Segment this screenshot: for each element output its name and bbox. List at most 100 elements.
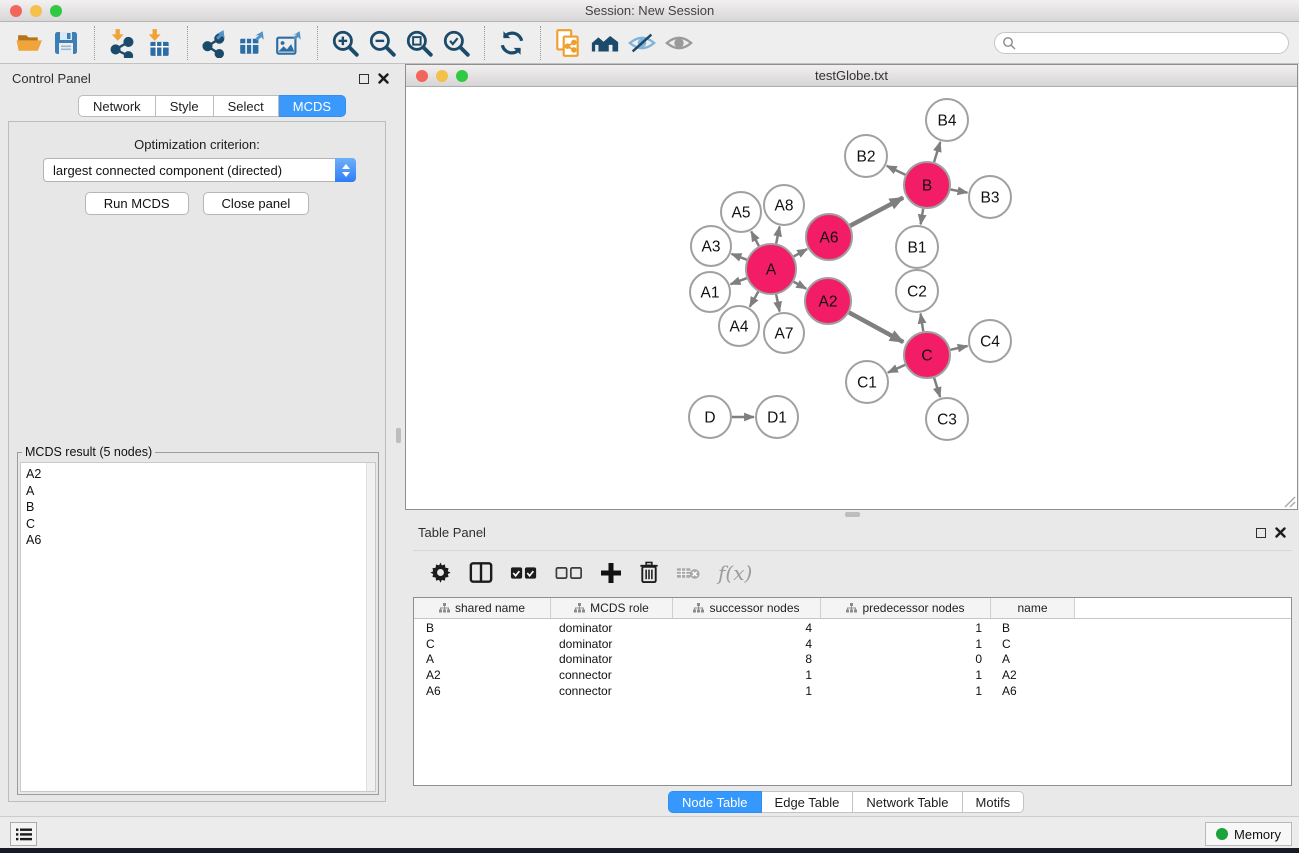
tab-node-table[interactable]: Node Table: [668, 791, 762, 813]
tab-mcds[interactable]: MCDS: [279, 95, 346, 117]
vertical-split-handle[interactable]: [396, 428, 401, 443]
table-row[interactable]: A2connector11A2: [414, 667, 1291, 683]
graph-edge-C-C3[interactable]: [934, 378, 940, 397]
graph-node-label-A8: A8: [775, 198, 794, 215]
graph-edge-B-B2[interactable]: [887, 166, 906, 175]
list-item[interactable]: B: [26, 499, 375, 516]
close-panel-icon[interactable]: [378, 73, 389, 84]
close-panel-button[interactable]: Close panel: [203, 192, 310, 215]
column-header-predecessor-nodes[interactable]: predecessor nodes: [821, 598, 991, 618]
column-header-shared-name[interactable]: shared name: [414, 598, 551, 618]
tab-style[interactable]: Style: [156, 95, 214, 117]
network-canvas[interactable]: B4B2BB3A5A8A6B1A3AA1C2A2A4A7CC4C1C3DD1: [406, 87, 1297, 514]
graph-edge-A-A2[interactable]: [794, 282, 807, 289]
float-panel-icon[interactable]: [359, 74, 369, 84]
network-window-title-bar[interactable]: testGlobe.txt: [406, 65, 1297, 87]
search-input[interactable]: [994, 32, 1289, 54]
refresh-layout-icon[interactable]: [497, 28, 527, 58]
list-item[interactable]: A6: [26, 532, 375, 549]
deselect-all-icon[interactable]: [555, 565, 583, 581]
graph-edge-C-C1[interactable]: [888, 365, 905, 373]
graph-edge-C-C2[interactable]: [921, 314, 924, 332]
delete-table-icon[interactable]: [676, 565, 701, 581]
toolbar-separator: [540, 26, 541, 60]
graph-edge-A2-C[interactable]: [849, 312, 903, 342]
criterion-value: largest connected component (directed): [44, 163, 335, 178]
new-network-from-selection-icon[interactable]: [553, 28, 583, 58]
task-history-button[interactable]: [10, 822, 37, 846]
toolbar-separator: [187, 26, 188, 60]
delete-column-icon[interactable]: [639, 561, 659, 584]
graph-node-label-A4: A4: [730, 319, 749, 336]
tab-network-table[interactable]: Network Table: [853, 791, 962, 813]
table-row[interactable]: Cdominator41C: [414, 636, 1291, 652]
table-row[interactable]: A6connector11A6: [414, 683, 1291, 699]
hide-selected-icon[interactable]: [627, 28, 657, 58]
graph-node-label-C2: C2: [907, 284, 927, 301]
graph-edge-A-A8[interactable]: [776, 227, 779, 244]
zoom-out-icon[interactable]: [367, 28, 397, 58]
graph-edge-A-A1[interactable]: [731, 278, 747, 284]
graph-edge-A-A7[interactable]: [776, 294, 779, 311]
graph-edge-B-B1[interactable]: [921, 209, 924, 225]
attribute-icon: [574, 603, 585, 613]
memory-status-icon: [1216, 828, 1228, 840]
column-header-name[interactable]: name: [991, 598, 1075, 618]
select-all-icon[interactable]: [510, 565, 538, 581]
network-view-window: testGlobe.txt B4B2BB3A5A8A6B1A3AA1C2A2A4…: [405, 64, 1298, 510]
tab-network[interactable]: Network: [78, 95, 156, 117]
graph-edge-A-A3[interactable]: [732, 254, 747, 260]
list-item[interactable]: A2: [26, 466, 375, 483]
close-panel-icon[interactable]: [1275, 527, 1286, 538]
graph-node-label-B1: B1: [908, 240, 927, 257]
save-session-icon[interactable]: [51, 28, 81, 58]
graph-node-label-C1: C1: [857, 375, 877, 392]
mcds-result-list[interactable]: A2 A B C A6: [20, 462, 376, 792]
export-image-icon[interactable]: [274, 28, 304, 58]
attribute-icon: [846, 603, 857, 613]
graph-edge-A-A5[interactable]: [751, 231, 759, 246]
table-panel-buttons: [1256, 527, 1286, 538]
tab-motifs[interactable]: Motifs: [963, 791, 1025, 813]
list-item[interactable]: A: [26, 483, 375, 500]
graph-edge-B-B3[interactable]: [951, 189, 968, 192]
create-column-icon[interactable]: [600, 562, 622, 584]
table-row[interactable]: Bdominator41B: [414, 620, 1291, 636]
graph-edge-A-A4[interactable]: [750, 292, 759, 307]
show-column-icon[interactable]: [469, 561, 493, 584]
graph-edge-C-C4[interactable]: [950, 346, 967, 350]
window-resize-grip[interactable]: [1283, 496, 1296, 508]
import-table-icon[interactable]: [144, 28, 174, 58]
run-mcds-button[interactable]: Run MCDS: [85, 192, 189, 215]
toolbar-separator: [484, 26, 485, 60]
show-all-icon[interactable]: [664, 28, 694, 58]
float-panel-icon[interactable]: [1256, 528, 1266, 538]
function-builder-icon[interactable]: f(x): [718, 561, 752, 585]
column-header-mcds-role[interactable]: MCDS role: [551, 598, 673, 618]
graph-edge-B-B4[interactable]: [934, 142, 940, 162]
import-network-icon[interactable]: [107, 28, 137, 58]
export-table-icon[interactable]: [237, 28, 267, 58]
zoom-selected-icon[interactable]: [441, 28, 471, 58]
zoom-fit-icon[interactable]: [404, 28, 434, 58]
criterion-dropdown[interactable]: largest connected component (directed): [43, 158, 356, 182]
list-item[interactable]: C: [26, 516, 375, 533]
graph-node-label-A1: A1: [701, 285, 720, 302]
export-network-icon[interactable]: [200, 28, 230, 58]
result-scrollbar[interactable]: [366, 463, 375, 791]
attribute-icon: [693, 603, 704, 613]
first-neighbors-icon[interactable]: [590, 28, 620, 58]
column-header-successor-nodes[interactable]: successor nodes: [673, 598, 821, 618]
table-row[interactable]: Adominator80A: [414, 652, 1291, 668]
open-session-icon[interactable]: [14, 28, 44, 58]
tab-edge-table[interactable]: Edge Table: [762, 791, 854, 813]
attribute-icon: [439, 603, 450, 613]
graph-edge-A-A6[interactable]: [794, 249, 807, 256]
memory-button[interactable]: Memory: [1205, 822, 1292, 846]
graph-node-label-B3: B3: [981, 190, 1000, 207]
zoom-in-icon[interactable]: [330, 28, 360, 58]
graph-edge-A6-B[interactable]: [850, 198, 903, 226]
graph-node-label-B2: B2: [857, 149, 876, 166]
gear-icon[interactable]: [429, 561, 452, 584]
tab-select[interactable]: Select: [214, 95, 279, 117]
